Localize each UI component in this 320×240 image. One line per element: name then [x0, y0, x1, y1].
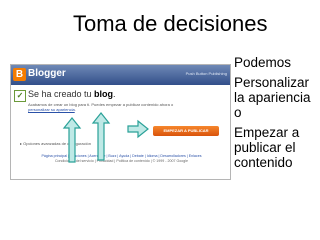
right-arrow-icon: [127, 119, 149, 139]
bullet-list: Podemos Personalizar la apariencia o Emp…: [234, 55, 320, 175]
up-arrow-icon: [62, 117, 82, 163]
slide: Toma de decisiones B Blogger Push Button…: [0, 0, 320, 240]
up-arrow-icon: [91, 112, 111, 161]
bullet-item: Empezar a publicar el contenido: [234, 125, 300, 170]
bullet-item: Personalizar la apariencia o: [234, 75, 311, 120]
bullet-item: Podemos: [234, 55, 292, 70]
